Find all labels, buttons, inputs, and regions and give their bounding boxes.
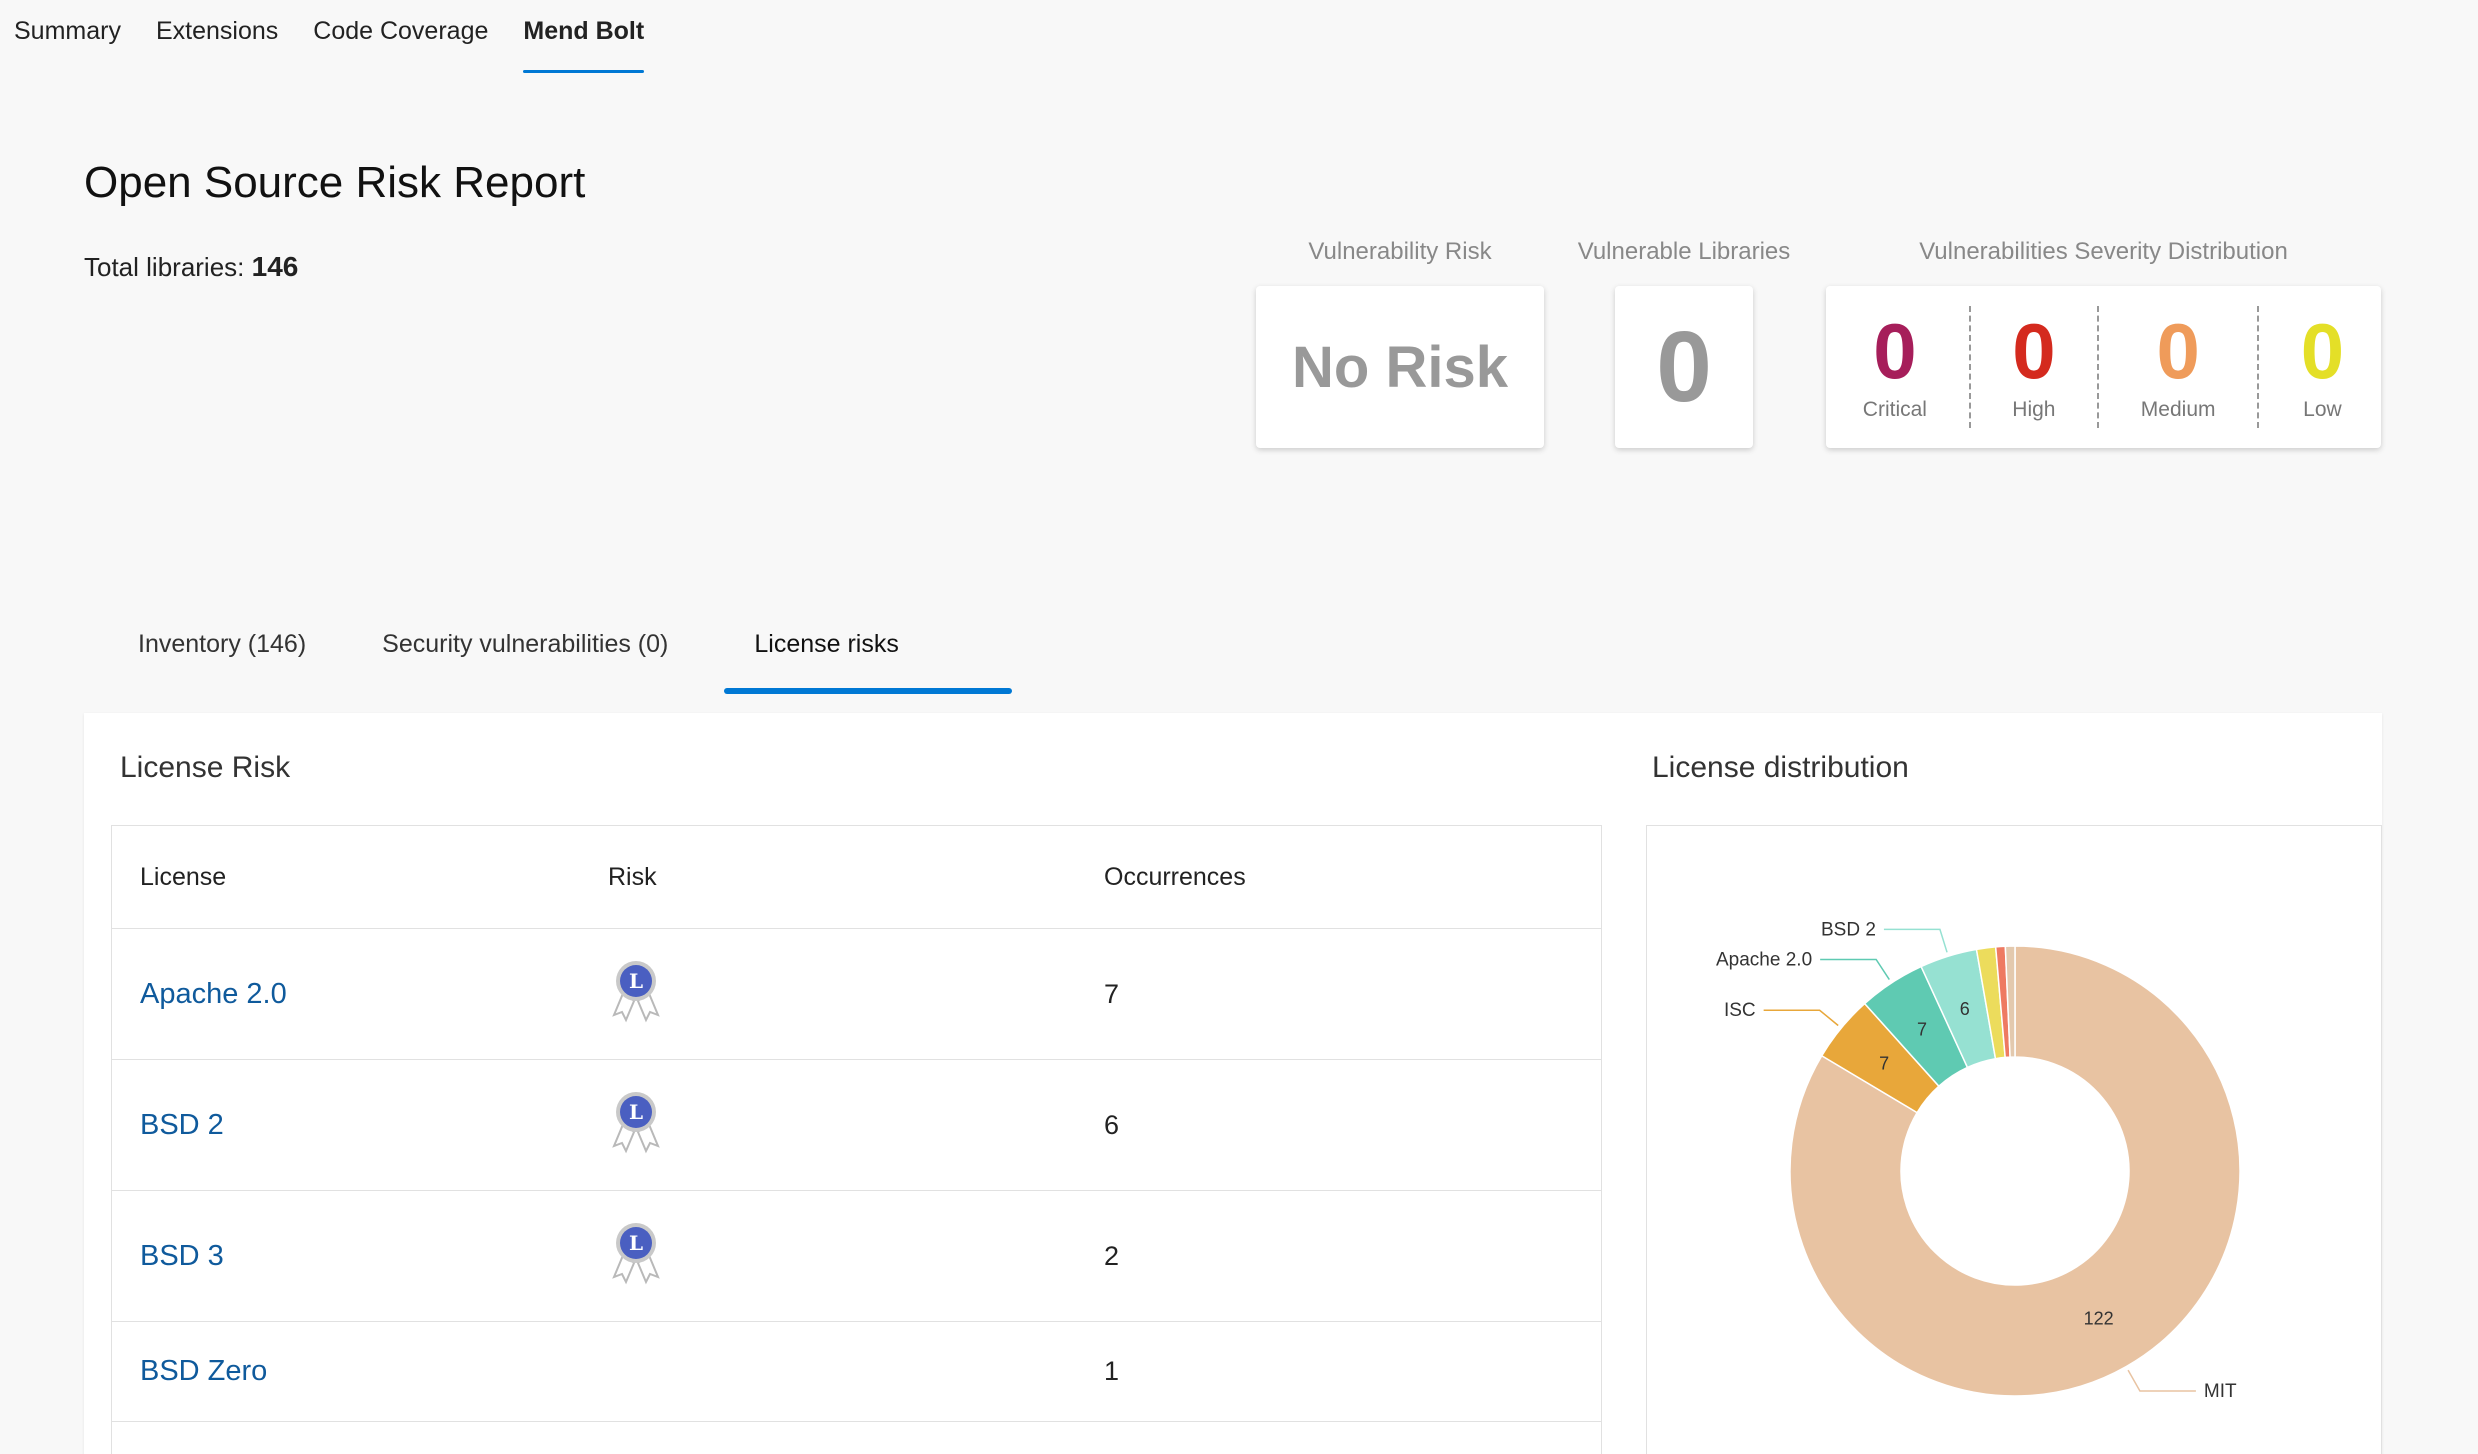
severity-high-label: High — [2012, 398, 2056, 421]
severity-critical-count: 0 — [1873, 307, 1917, 395]
tab-extensions[interactable]: Extensions — [156, 0, 278, 76]
vulnerability-risk-card: No Risk — [1256, 286, 1544, 448]
slice-leader-line — [1763, 1009, 1839, 1027]
occurrences-value: 1 — [1104, 1356, 1120, 1386]
low-risk-ribbon-icon: L — [612, 961, 660, 1023]
severity-medium-count: 0 — [2156, 307, 2200, 395]
slice-name-label: ISC — [1724, 1000, 1756, 1021]
severity-critical-label: Critical — [1862, 398, 1927, 421]
slice-value-label: 7 — [1879, 1053, 1889, 1073]
tab-license-risks[interactable]: License risks — [754, 630, 899, 659]
severity-distribution-label: Vulnerabilities Severity Distribution — [1919, 238, 2288, 265]
severity-low-count: 0 — [2300, 307, 2345, 395]
table-row: BSD 2 L 6 — [112, 1060, 1601, 1191]
column-header-occurrences[interactable]: Occurrences — [1104, 863, 1601, 892]
tab-inventory[interactable]: Inventory (146) — [138, 630, 306, 659]
license-distribution-title: License distribution — [1652, 751, 1909, 784]
table-row: BSD 3 L 2 — [112, 1191, 1601, 1322]
low-risk-ribbon-icon: L — [612, 1223, 660, 1285]
report-tab-bar: Inventory (146) Security vulnerabilities… — [138, 630, 975, 659]
occurrences-value: 7 — [1104, 978, 1120, 1009]
risk-letter: L — [629, 969, 643, 993]
severity-medium-label: Medium — [2140, 398, 2216, 421]
severity-critical: 0 Critical — [1863, 306, 1927, 428]
severity-high-count: 0 — [2012, 307, 2056, 395]
severity-high: 0 High — [2012, 306, 2055, 428]
license-risk-title: License Risk — [120, 751, 291, 784]
slice-value-label: 122 — [2084, 1308, 2114, 1328]
license-risk-table: License Risk Occurrences Apache 2.0 L 7 … — [111, 825, 1602, 1454]
license-distribution-chart: 122 MIT 7 ISC 7 Apache 2.0 6 BSD 2 — [1646, 825, 2382, 1454]
risk-letter: L — [629, 1100, 643, 1124]
total-libraries-label: Total libraries: — [84, 252, 245, 282]
column-header-license[interactable]: License — [112, 863, 608, 892]
active-tab-indicator — [724, 688, 1012, 694]
slice-name-label: Apache 2.0 — [1716, 950, 1812, 971]
tab-mend-bolt[interactable]: Mend Bolt — [523, 0, 644, 76]
severity-divider — [2097, 306, 2100, 428]
low-risk-ribbon-icon: L — [612, 1092, 660, 1154]
tab-code-coverage[interactable]: Code Coverage — [313, 0, 488, 76]
risk-letter: L — [629, 1231, 643, 1255]
license-link[interactable]: BSD 2 — [140, 1109, 224, 1141]
vulnerable-libraries-label: Vulnerable Libraries — [1577, 238, 1791, 265]
slice-name-label: BSD 2 — [1821, 919, 1876, 940]
license-link[interactable]: BSD Zero — [140, 1355, 267, 1387]
license-risks-panel: License Risk License distribution Licens… — [84, 713, 2382, 1454]
severity-distribution-card: 0 Critical 0 High 0 Medium 0 Low — [1826, 286, 2381, 448]
license-donut-chart: 122 MIT 7 ISC 7 Apache 2.0 6 BSD 2 — [1716, 919, 2241, 1402]
severity-low: 0 Low — [2301, 306, 2344, 428]
column-header-risk[interactable]: Risk — [608, 863, 1104, 892]
table-row: BSD Zero 1 — [112, 1322, 1601, 1422]
occurrences-value: 2 — [1104, 1240, 1120, 1271]
severity-medium: 0 Medium — [2141, 306, 2216, 428]
license-link[interactable]: Apache 2.0 — [140, 978, 287, 1010]
vulnerability-risk-value: No Risk — [1292, 334, 1508, 400]
top-tab-bar: Summary Extensions Code Coverage Mend Bo… — [0, 0, 665, 76]
slice-leader-line — [1883, 928, 1948, 953]
severity-divider — [1968, 306, 1971, 428]
severity-low-label: Low — [2303, 398, 2342, 421]
vulnerability-risk-label: Vulnerability Risk — [1308, 238, 1492, 265]
license-link[interactable]: BSD 3 — [140, 1240, 224, 1272]
slice-value-label: 7 — [1917, 1019, 1927, 1039]
table-row: Apache 2.0 L 7 — [112, 929, 1601, 1060]
slice-leader-line — [2127, 1369, 2196, 1392]
tab-summary[interactable]: Summary — [14, 0, 121, 76]
vulnerable-libraries-value: 0 — [1656, 310, 1712, 423]
occurrences-value: 6 — [1104, 1109, 1120, 1140]
vulnerable-libraries-card: 0 — [1615, 286, 1753, 448]
total-libraries: Total libraries: 146 — [84, 251, 298, 283]
total-libraries-value: 146 — [251, 251, 299, 282]
tab-security-vulnerabilities[interactable]: Security vulnerabilities (0) — [382, 630, 668, 659]
table-header: License Risk Occurrences — [112, 826, 1601, 929]
severity-divider — [2257, 306, 2260, 428]
slice-leader-line — [1820, 958, 1890, 980]
slice-value-label: 6 — [1960, 999, 1970, 1019]
slice-name-label: MIT — [2204, 1381, 2237, 1402]
page-title: Open Source Risk Report — [84, 158, 586, 207]
